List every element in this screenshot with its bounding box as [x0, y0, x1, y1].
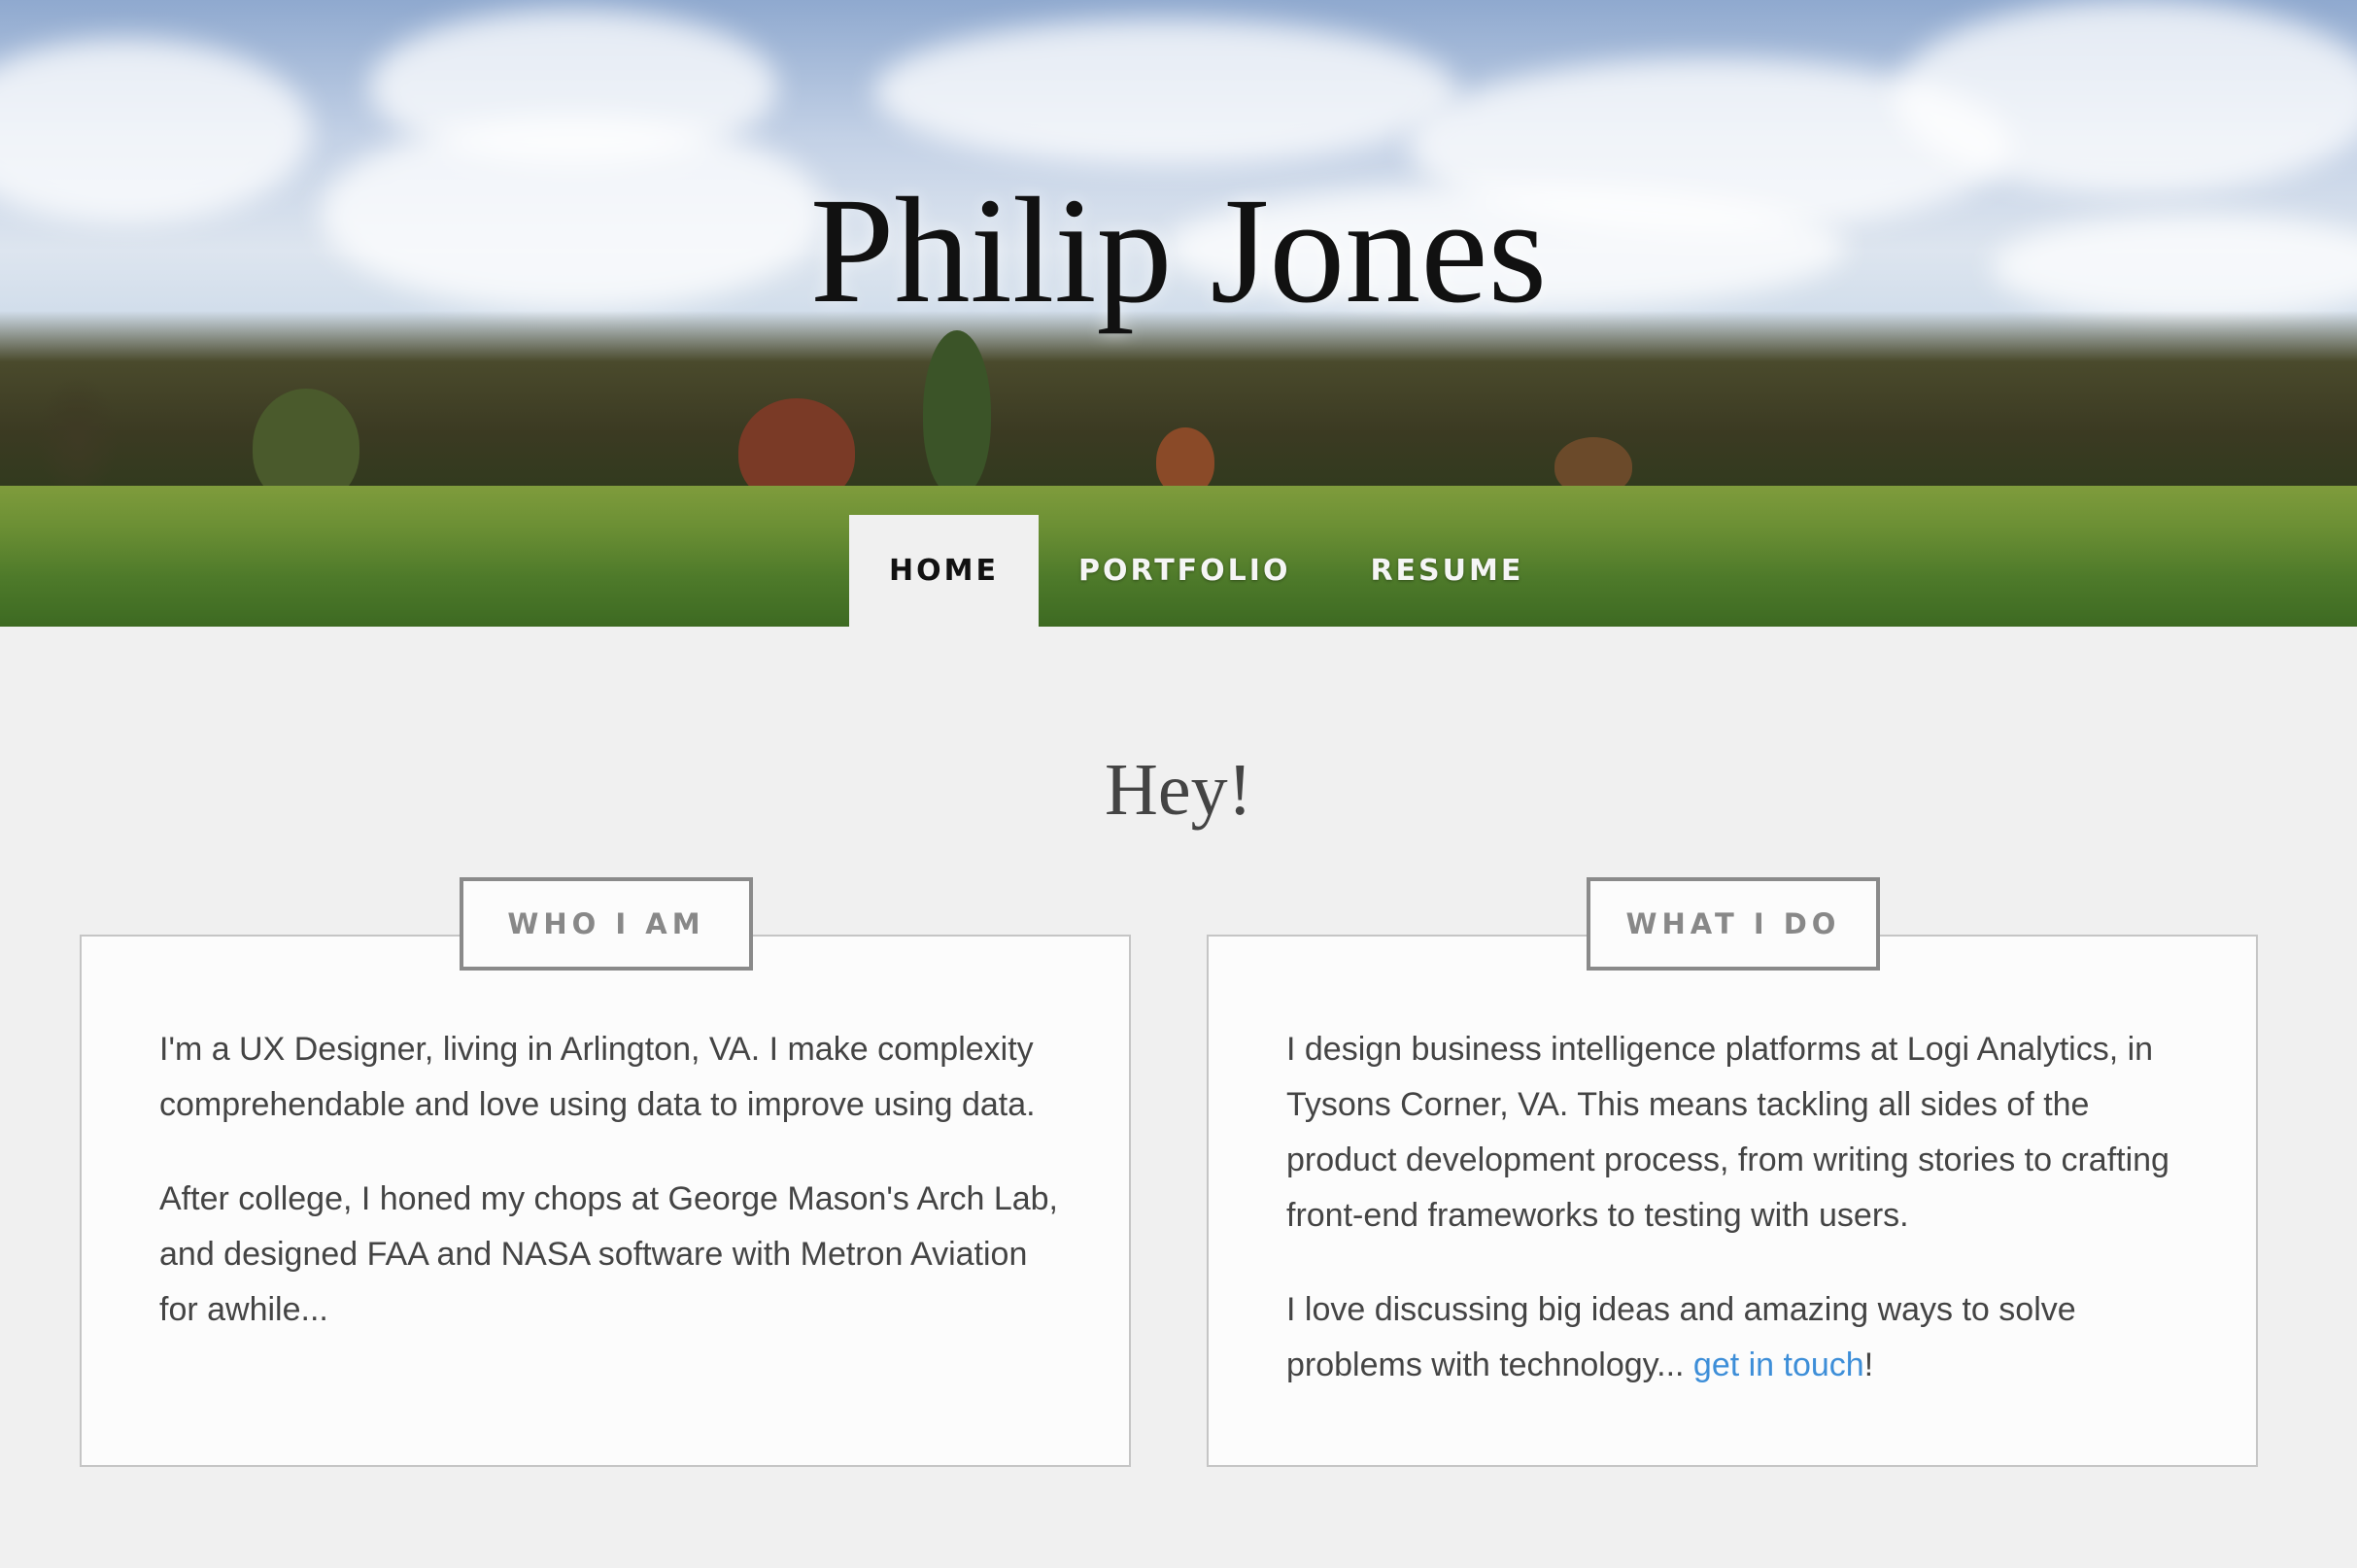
- what-i-do-body: I design business intelligence platforms…: [1286, 1022, 2190, 1432]
- tree-shape: [923, 330, 991, 495]
- hero-banner: Philip Jones HOME PORTFOLIO RESUME: [0, 0, 2357, 627]
- what-i-do-text: I love discussing big ideas and amazing …: [1286, 1291, 2076, 1383]
- what-i-do-card: I design business intelligence platforms…: [1207, 935, 2258, 1467]
- what-i-do-tag: WHAT I DO: [1587, 877, 1880, 971]
- main-nav: HOME PORTFOLIO RESUME: [849, 515, 1563, 627]
- exclamation-text: !: [1863, 1346, 1874, 1383]
- nav-portfolio[interactable]: PORTFOLIO: [1039, 515, 1330, 627]
- who-i-am-paragraph: After college, I honed my chops at Georg…: [159, 1180, 1059, 1328]
- what-i-do-paragraph: I design business intelligence platforms…: [1286, 1031, 2169, 1234]
- site-title: Philip Jones: [809, 166, 1548, 334]
- who-i-am-body: I'm a UX Designer, living in Arlington, …: [159, 1022, 1063, 1377]
- who-i-am-card: I'm a UX Designer, living in Arlington, …: [80, 935, 1131, 1467]
- who-i-am-tag: WHO I AM: [460, 877, 753, 971]
- greeting-heading: Hey!: [1105, 749, 1252, 831]
- who-i-am-paragraph: I'm a UX Designer, living in Arlington, …: [159, 1031, 1036, 1123]
- cloud-shape: [874, 19, 1457, 165]
- nav-resume[interactable]: RESUME: [1330, 515, 1563, 627]
- get-in-touch-link[interactable]: get in touch: [1693, 1346, 1864, 1383]
- what-i-do-paragraph: I love discussing big ideas and amazing …: [1286, 1282, 2190, 1393]
- nav-home[interactable]: HOME: [849, 515, 1039, 627]
